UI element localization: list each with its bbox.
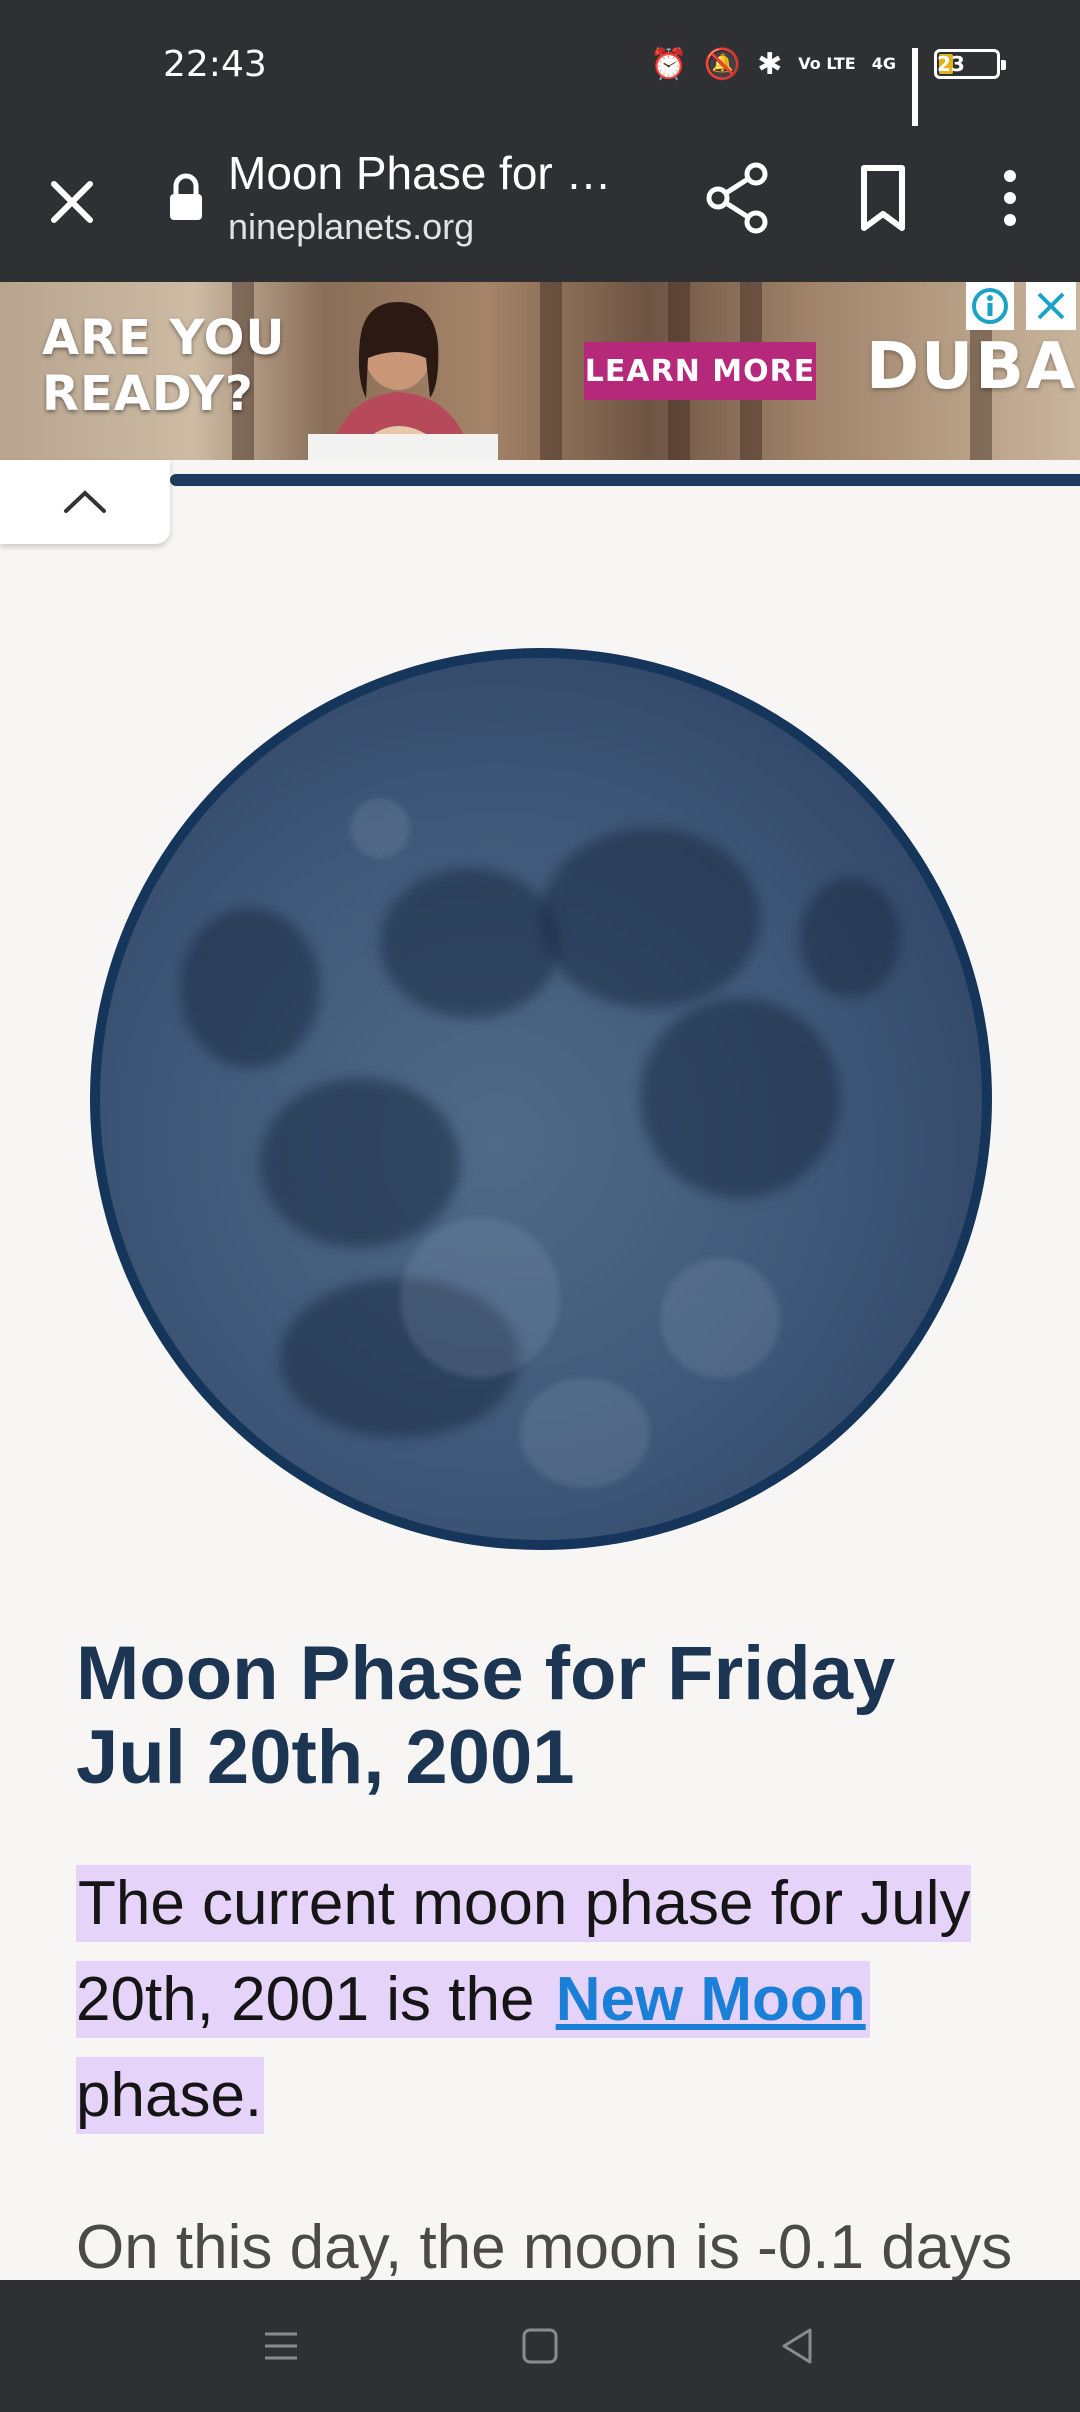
page-title: Moon Phase for Friday Jul 20th, 2001 (76, 1631, 896, 1800)
alarm-icon: ⏰ (650, 46, 688, 82)
ad-learn-more-button[interactable]: LEARN MORE (584, 342, 816, 400)
ad-brand-logo: DUBAI (866, 330, 1080, 404)
intro-paragraph: The current moon phase for July 20th, 20… (76, 1856, 1036, 2144)
page-url[interactable]: nineplanets.org (228, 206, 474, 248)
collapse-header-button[interactable] (0, 460, 170, 544)
status-time: 22:43 (163, 44, 267, 85)
more-vertical-icon[interactable] (990, 160, 1030, 236)
header-bar-line (170, 474, 1080, 486)
home-icon[interactable] (516, 2322, 564, 2370)
status-icons: ⏰ 🔕 ✱ Vo LTE 4G 23 (650, 44, 1006, 126)
status-bar: 22:43 ⏰ 🔕 ✱ Vo LTE 4G 23 (0, 0, 1080, 130)
back-icon[interactable] (774, 2322, 822, 2370)
network-type: 4G (871, 54, 896, 73)
page-tab-title[interactable]: Moon Phase for … (228, 146, 612, 200)
moon-age-paragraph: On this day, the moon is -0.1 days (76, 2213, 1013, 2282)
bookmark-icon[interactable] (848, 160, 918, 236)
ad-headline-line2: READY? (42, 366, 254, 422)
recent-apps-icon[interactable] (257, 2322, 305, 2370)
lock-icon (170, 173, 202, 220)
new-moon-link[interactable]: New Moon (553, 1961, 868, 2038)
ad-person-image (308, 302, 498, 460)
battery-level: 23 (937, 52, 965, 76)
ad-info-icon[interactable] (966, 282, 1014, 330)
share-icon[interactable] (702, 160, 772, 236)
chevron-up-icon (64, 490, 106, 513)
ad-headline: ARE YOU READY? (42, 310, 285, 422)
ad-headline-line1: ARE YOU (42, 310, 286, 366)
bluetooth-icon: ✱ (757, 46, 783, 82)
system-nav-bar (0, 2280, 1080, 2412)
volte-label: Vo LTE (798, 54, 856, 73)
moon-phase-image (90, 648, 992, 1550)
browser-toolbar: Moon Phase for … nineplanets.org (0, 130, 1080, 282)
ad-close-icon[interactable] (1026, 282, 1076, 330)
close-icon[interactable] (40, 170, 104, 234)
signal-icon (912, 48, 918, 126)
battery-icon: 23 (934, 49, 1006, 79)
mute-icon: 🔕 (703, 46, 742, 82)
ad-banner[interactable]: ARE YOU READY? LEARN MORE DUBAI (0, 282, 1080, 460)
